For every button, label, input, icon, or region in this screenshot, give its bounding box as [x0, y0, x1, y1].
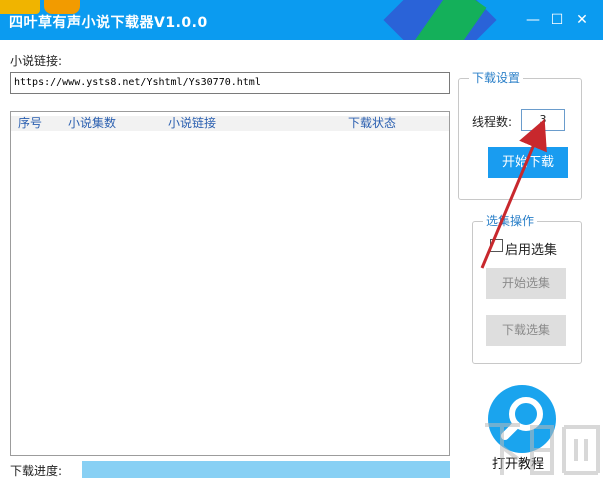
threads-label: 线程数:	[472, 115, 513, 129]
download-selection-button[interactable]: 下载选集	[486, 315, 566, 346]
minimize-button[interactable]: —	[526, 13, 540, 27]
enable-selection-checkbox[interactable]	[490, 239, 503, 252]
column-header-episodes[interactable]: 小说集数	[68, 116, 116, 131]
list-header: 序号 小说集数 小说链接 下载状态	[11, 116, 449, 131]
window-title: 四叶草有声小说下载器V1.0.0	[9, 15, 208, 31]
download-progress-bar	[82, 461, 450, 478]
close-button[interactable]: ✕	[575, 13, 589, 27]
column-header-status[interactable]: 下载状态	[348, 116, 396, 131]
start-download-button[interactable]: 开始下载	[488, 147, 568, 178]
enable-selection-label[interactable]: 启用选集	[505, 239, 557, 258]
watermark-logo	[485, 423, 600, 475]
maximize-button[interactable]: ☐	[550, 13, 564, 27]
download-settings-group: 下载设置	[458, 71, 582, 200]
threads-input[interactable]: 3	[521, 109, 565, 131]
selection-title: 选集操作	[483, 214, 538, 228]
progress-label: 下载进度:	[10, 464, 63, 478]
url-input[interactable]: https://www.ysts8.net/Yshtml/Ys30770.htm…	[10, 72, 450, 94]
title-bar: 四叶草有声小说下载器V1.0.0 — ☐ ✕	[0, 0, 603, 40]
column-header-link[interactable]: 小说链接	[168, 116, 216, 131]
episode-list[interactable]: 序号 小说集数 小说链接 下载状态	[10, 111, 450, 456]
column-header-index[interactable]: 序号	[18, 116, 42, 131]
start-selection-button[interactable]: 开始选集	[486, 268, 566, 299]
url-label: 小说链接:	[10, 54, 63, 68]
download-settings-title: 下载设置	[469, 71, 524, 85]
